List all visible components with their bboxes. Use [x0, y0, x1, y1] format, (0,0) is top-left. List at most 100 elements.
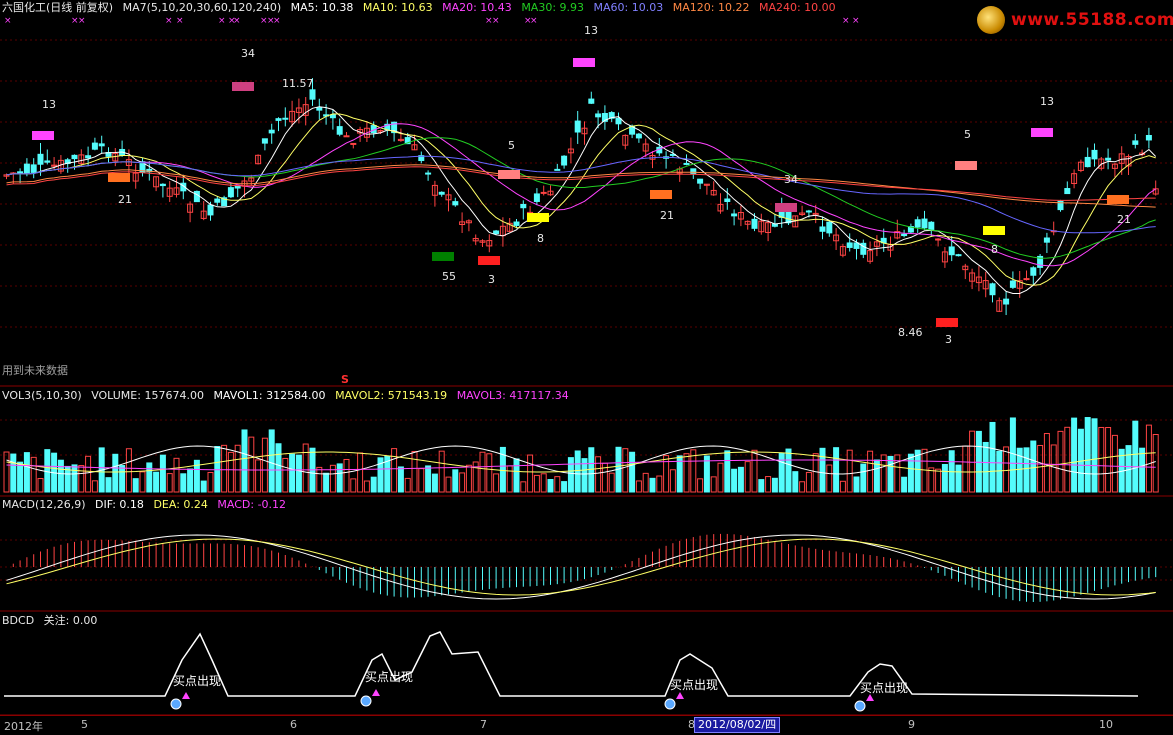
low-price-label: 8.46 — [898, 326, 923, 339]
volume-bar — [935, 468, 942, 493]
volume-bar — [431, 473, 438, 493]
candle-body — [1043, 237, 1050, 243]
volume-bar — [724, 450, 731, 493]
volume-bar — [567, 457, 574, 493]
volume-bar — [771, 477, 778, 493]
volume-bar — [445, 476, 452, 493]
candle-body — [85, 155, 92, 159]
volume-bar — [363, 480, 370, 493]
volume-bar — [989, 421, 996, 493]
axis-year: 2012年 — [4, 720, 43, 733]
volume-bar — [397, 466, 404, 493]
axis-month: 6 — [290, 718, 297, 731]
volume-bar — [357, 452, 364, 493]
signal-marker — [650, 190, 672, 199]
volume-bar — [139, 471, 146, 493]
volume-bar — [248, 436, 255, 493]
candle-body — [193, 190, 200, 203]
candle-body — [574, 120, 581, 133]
candle-body — [819, 226, 826, 232]
volume-bar — [969, 430, 976, 493]
signal-marker — [1107, 195, 1129, 204]
volume-bar — [493, 473, 500, 493]
candle-body — [261, 138, 268, 144]
volume-bar — [833, 447, 840, 493]
candle-body — [690, 168, 697, 175]
signal-marker — [32, 131, 54, 140]
bdcd-focus: 关注: 0.00 — [43, 614, 98, 627]
candle-body — [438, 191, 445, 195]
volume-bar — [289, 453, 296, 493]
volume-bar — [3, 451, 10, 493]
count-label: 5 — [964, 128, 971, 141]
volume-bar — [1139, 447, 1146, 493]
volume-bar — [241, 429, 248, 493]
volume-bar — [540, 473, 547, 493]
volume-bar — [1037, 444, 1044, 493]
volume-bar — [173, 457, 180, 493]
volume-bar — [982, 441, 989, 493]
bdcd-title: BDCD — [2, 614, 35, 627]
candle-body — [343, 135, 350, 138]
macd-legend: MACD(12,26,9) DIF: 0.18 DEA: 0.24 MACD: … — [2, 498, 292, 512]
volume-bar — [1016, 447, 1023, 493]
candle-body — [1064, 188, 1071, 195]
signal-marker — [527, 213, 549, 222]
candle-body — [336, 126, 343, 135]
volume-bar — [350, 478, 357, 493]
volume-bar — [207, 471, 214, 493]
candle-body — [1105, 157, 1112, 161]
top-x-mark: × — [4, 16, 12, 26]
count-label: 5 — [508, 139, 515, 152]
volume-bar — [663, 455, 670, 493]
volume-bar — [867, 450, 874, 493]
signal-marker — [955, 161, 977, 170]
volume-bar — [1030, 440, 1037, 493]
volume-bar — [996, 450, 1003, 493]
candle-body — [751, 218, 758, 229]
volume-bar — [30, 456, 37, 493]
volume-bar — [1132, 420, 1139, 493]
candle-body — [520, 203, 527, 209]
candle-body — [846, 242, 853, 248]
signal-marker — [1031, 128, 1053, 137]
sell-mark: S — [341, 373, 349, 386]
volume-bar — [1023, 447, 1030, 493]
signal-marker — [478, 256, 500, 265]
mavol3-value: MAVOL3: 417117.34 — [456, 389, 569, 402]
volume-bar — [1152, 434, 1159, 493]
candle-body — [683, 162, 690, 165]
volume-bar — [159, 454, 166, 493]
candle-body — [44, 160, 51, 163]
volume-bar — [261, 437, 268, 493]
candle-body — [928, 221, 935, 231]
candle-body — [30, 164, 37, 173]
candle-body — [595, 113, 602, 118]
volume-bar — [112, 453, 119, 493]
candle-body — [513, 221, 520, 226]
dea-value: DEA: 0.24 — [153, 498, 208, 511]
dif-value: DIF: 0.18 — [95, 498, 144, 511]
top-x-mark: × — [852, 16, 860, 26]
volume-bar — [907, 453, 914, 493]
volume-bar — [1091, 418, 1098, 493]
ma-line — [6, 164, 1156, 208]
volume-bar — [316, 466, 323, 493]
volume-bar — [44, 449, 51, 493]
stock-chart[interactable]: × × × × × × ×× × ×× × × ×× × × — [0, 0, 1173, 734]
selected-date[interactable]: 2012/08/02/四 — [694, 717, 781, 733]
volume-bar — [91, 480, 98, 493]
volume-bar — [513, 458, 520, 493]
volume-bar — [275, 443, 282, 493]
count-label: 21 — [118, 193, 132, 206]
volume-bar — [146, 462, 153, 493]
volume-bar — [1125, 445, 1132, 493]
volume-bar — [656, 475, 663, 493]
buy-signal-label: 买点出现 — [365, 670, 414, 684]
count-label: 13 — [42, 98, 56, 111]
volume-bar — [132, 478, 139, 493]
volume-bar — [785, 448, 792, 493]
volume-bar — [370, 476, 377, 493]
volume-bar — [792, 471, 799, 493]
buy-signal-triangle — [676, 692, 684, 699]
